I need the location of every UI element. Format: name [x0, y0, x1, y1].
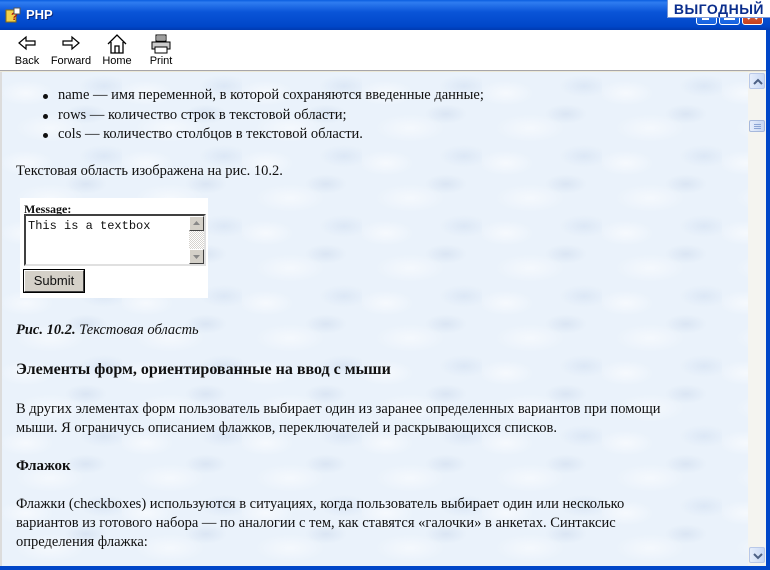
scroll-up-button[interactable] [749, 73, 765, 89]
caption-number: Рис. 10.2. [16, 322, 76, 338]
home-label: Home [102, 55, 132, 67]
back-button[interactable]: Back [12, 33, 42, 67]
title-bar: ? PHP ВЫГОДНЫЙ [0, 0, 770, 30]
paragraph-line: Флажки (checkboxes) используются в ситуа… [16, 496, 625, 512]
print-label: Print [149, 55, 173, 67]
back-arrow-icon [12, 33, 42, 55]
caption-text: Текстовая область [75, 322, 199, 338]
print-button[interactable]: Print [146, 33, 176, 67]
window-title: PHP [26, 7, 53, 22]
window-frame-bottom [0, 566, 770, 570]
scroll-down-button[interactable] [749, 547, 765, 563]
paragraph-line: мыши. Я ограничусь описанием флажков, пе… [16, 420, 557, 436]
demo-textarea-scrollbar [189, 216, 204, 264]
forward-label: Forward [50, 55, 92, 67]
bullet-list: name — имя переменной, в которой сохраня… [16, 86, 736, 145]
list-item: rows — количество строк в текстовой обла… [43, 106, 736, 126]
help-file-icon: ? [5, 7, 21, 23]
promo-banner[interactable]: ВЫГОДНЫЙ [666, 0, 770, 18]
subsection-heading: Флажок [16, 458, 71, 474]
window-frame-right [766, 30, 770, 570]
chevron-down-icon [753, 553, 763, 560]
demo-textarea-value: This is a textbox [28, 219, 151, 233]
list-item: name — имя переменной, в которой сохраня… [43, 86, 736, 106]
demo-textarea: This is a textbox [24, 214, 206, 266]
forward-button[interactable]: Forward [50, 33, 92, 67]
paragraph-line: вариантов из готового набора — по аналог… [16, 515, 616, 531]
back-label: Back [14, 55, 40, 67]
home-button[interactable]: Home [100, 33, 134, 67]
demo-scroll-down-icon [189, 249, 204, 264]
demo-submit-button: Submit [23, 269, 85, 293]
chevron-up-icon [753, 78, 763, 85]
help-content-pane[interactable]: name — имя переменной, в которой сохраня… [0, 72, 770, 570]
figure-textarea-demo: Message: This is a textbox Submit [20, 198, 208, 298]
demo-scroll-up-icon [189, 216, 204, 231]
list-item: cols — количество столбцов в текстовой о… [43, 125, 736, 145]
intro-paragraph: Текстовая область изображена на рис. 10.… [16, 163, 283, 179]
figure-caption: Рис. 10.2. Текстовая область [16, 321, 199, 340]
toolbar: Back Forward Home Print [0, 30, 770, 71]
paragraph-line: В других элементах форм пользователь выб… [16, 401, 661, 417]
section-heading: Элементы форм, ориентированные на ввод с… [16, 361, 391, 378]
article: name — имя переменной, в которой сохраня… [16, 72, 736, 550]
paragraph-line: определения флажка: [16, 534, 148, 550]
forward-arrow-icon [50, 33, 92, 55]
printer-icon [146, 33, 176, 55]
scroll-thumb[interactable] [749, 120, 765, 132]
home-icon [100, 33, 134, 55]
content-scrollbar[interactable] [748, 72, 766, 566]
